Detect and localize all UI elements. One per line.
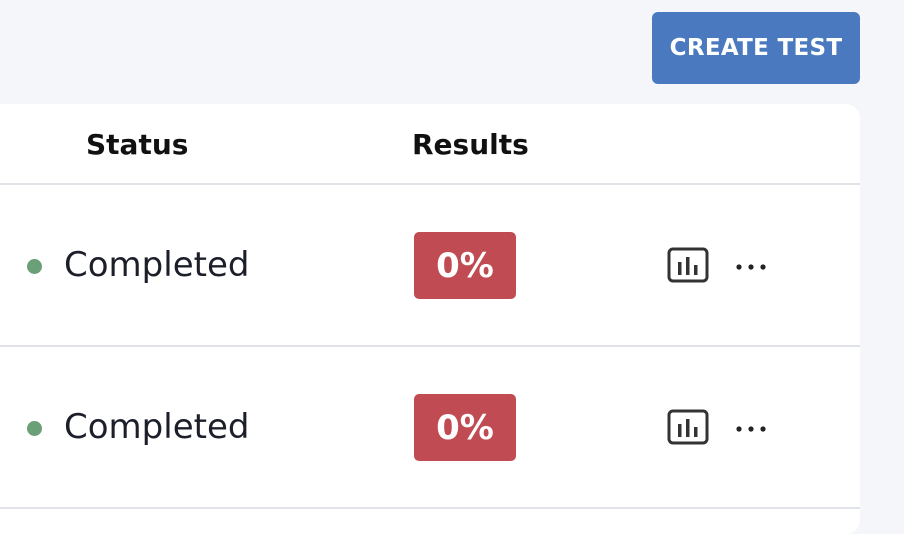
result-badge: 0% <box>414 394 516 461</box>
more-options-icon[interactable] <box>733 423 771 435</box>
column-header-status: Status <box>86 128 189 161</box>
status-label: Completed <box>64 245 250 285</box>
status-dot-icon <box>27 259 42 274</box>
chart-icon[interactable] <box>667 409 709 445</box>
more-options-icon[interactable] <box>733 261 771 273</box>
column-header-results: Results <box>412 128 529 161</box>
result-badge: 0% <box>414 232 516 299</box>
create-test-button[interactable]: CREATE TEST <box>652 12 860 84</box>
chart-icon[interactable] <box>667 247 709 283</box>
table-row: Completed 0% <box>0 185 860 347</box>
status-dot-icon <box>27 421 42 436</box>
status-label: Completed <box>64 407 250 447</box>
table-header: Status Results <box>0 104 860 185</box>
table-row: Completed 0% <box>0 347 860 509</box>
